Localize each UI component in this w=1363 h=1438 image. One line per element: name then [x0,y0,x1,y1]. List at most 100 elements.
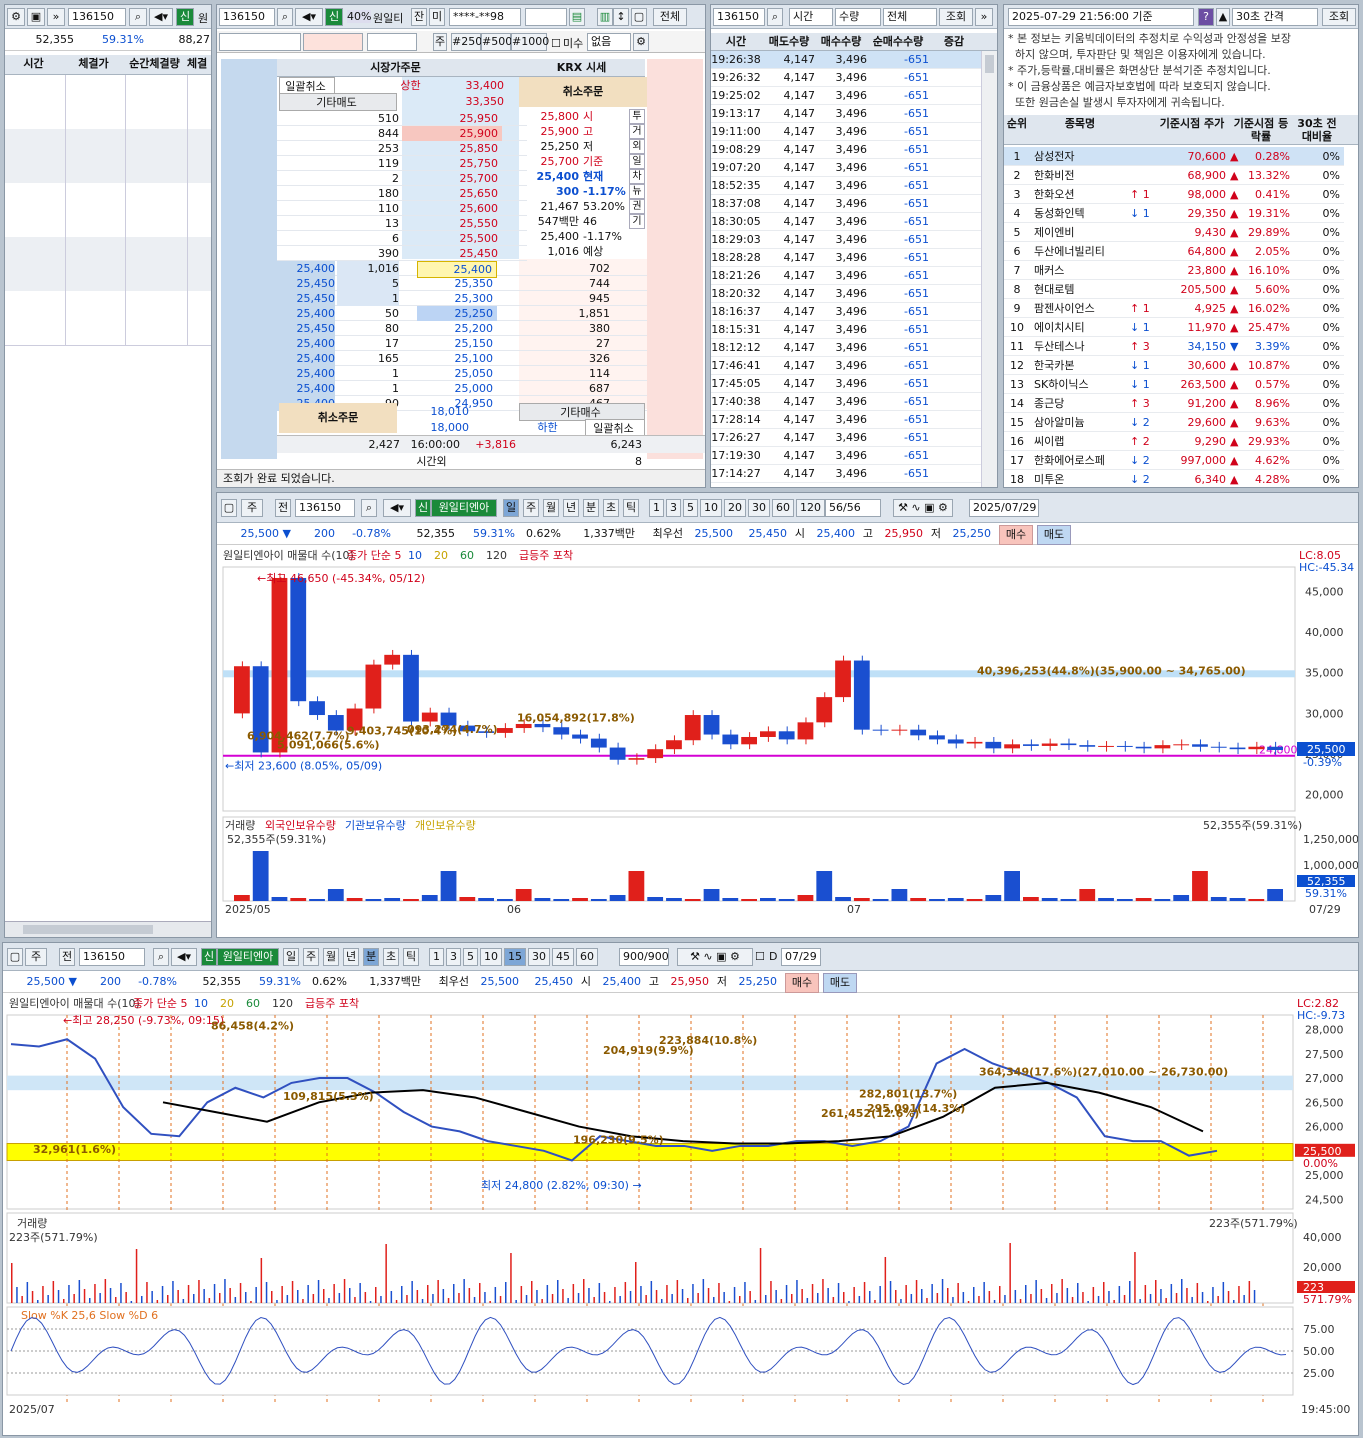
export-icon[interactable]: ▥ [597,8,613,26]
daily-price-chart[interactable]: 45,00040,00035,00030,00025,00020,00024,8… [217,493,1359,938]
ask-price[interactable]: 25,550 [402,216,502,231]
side-tab[interactable]: 뉴 [629,184,645,199]
misu-checkbox[interactable]: ☐ [551,35,561,53]
ask-price[interactable]: 25,600 [402,201,502,216]
trade-row[interactable]: 17:28:14 4,147 3,496 -651 [711,411,981,429]
search-icon[interactable]: ⌕ [277,8,293,26]
account-input[interactable]: ****-**98 [449,8,521,26]
trade-row[interactable]: 19:07:20 4,147 3,496 -651 [711,159,981,177]
search-icon[interactable]: ⌕ [767,8,783,26]
bid-price[interactable]: 25,050 [417,366,497,381]
trade-row[interactable]: 19:13:17 4,147 3,496 -651 [711,105,981,123]
trade-row[interactable]: 19:25:02 4,147 3,496 -651 [711,87,981,105]
trade-row[interactable]: 18:29:03 4,147 3,496 -651 [711,231,981,249]
rank-row[interactable]: 5 제이엔비 9,430 ▲ 29.89% 0% [1004,223,1344,242]
trade-row[interactable]: 19:26:32 4,147 3,496 -651 [711,69,981,87]
settings-icon[interactable]: ⚙ [7,8,25,26]
trade-row[interactable]: 18:52:35 4,147 3,496 -651 [711,177,981,195]
trade-row[interactable]: 18:30:05 4,147 3,496 -651 [711,213,981,231]
interval-select[interactable]: 30초 간격 [1232,8,1318,26]
trade-row[interactable]: 19:11:00 4,147 3,496 -651 [711,123,981,141]
trade-row[interactable]: 17:45:05 4,147 3,496 -651 [711,375,981,393]
bid-price[interactable]: 25,150 [417,336,497,351]
side-tab[interactable]: 일 [629,154,645,169]
help-button[interactable]: ? [1198,8,1214,26]
expand-icon[interactable]: » [47,8,65,26]
search-button[interactable]: 조회 [939,8,973,26]
trade-code-input[interactable]: 136150 [713,8,765,26]
rank-row[interactable]: 16 씨이랩 ↑ 2 9,290 ▲ 29.93% 0% [1004,432,1344,451]
ask-price[interactable]: 25,950 [402,111,502,126]
rank-row[interactable]: 9 팜젠사이언스 ↑ 1 4,925 ▲ 16.02% 0% [1004,299,1344,318]
horizontal-scrollbar[interactable] [5,921,211,937]
trade-row[interactable]: 18:28:28 4,147 3,496 -651 [711,249,981,267]
cancel-order-box[interactable]: 취소주문 [519,77,647,107]
time-select[interactable]: 시간 [789,8,833,26]
expand-icon[interactable]: » [975,8,993,26]
rank-row[interactable]: 8 현대로템 205,500 ▲ 5.60% 0% [1004,280,1344,299]
rank-row[interactable]: 13 SK하이닉스 ↓ 1 263,500 ▲ 0.57% 0% [1004,375,1344,394]
rank-row[interactable]: 1 삼성전자 70,600 ▲ 0.28% 0% [1004,147,1344,166]
rank-row[interactable]: 15 삼아알미늄 ↓ 2 29,600 ▲ 9.63% 0% [1004,413,1344,432]
trade-row[interactable]: 19:26:38 4,147 3,496 -651 [711,51,981,69]
trade-row[interactable]: 18:21:26 4,147 3,496 -651 [711,267,981,285]
datetime-input[interactable]: 2025-07-29 21:56:00 기준 [1008,8,1194,26]
rank-row[interactable]: 18 미투온 ↓ 2 6,340 ▲ 4.28% 0% [1004,470,1344,487]
balance-button[interactable]: 잔 [411,8,427,26]
ask-price[interactable]: 25,700 [402,171,502,186]
rank-row[interactable]: 6 두산에너빌리티 64,800 ▲ 2.05% 0% [1004,242,1344,261]
pending-button[interactable]: 미 [429,8,445,26]
rank-row[interactable]: 3 한화오션 ↑ 1 98,000 ▲ 0.41% 0% [1004,185,1344,204]
price-input-2[interactable] [303,33,363,51]
price-input[interactable] [219,33,301,51]
side-tab[interactable]: 외 [629,139,645,154]
qty-500[interactable]: #500 [481,33,512,51]
trade-row[interactable]: 17:19:30 4,147 3,496 -651 [711,447,981,465]
all-button[interactable]: 전체 [653,8,687,26]
rank-row[interactable]: 7 매커스 23,800 ▲ 16.10% 0% [1004,261,1344,280]
rank-row[interactable]: 11 두산테스나 ↑ 3 34,150 ▼ 3.39% 0% [1004,337,1344,356]
all-select[interactable]: 전체 [883,8,937,26]
excel-icon[interactable]: ▤ [569,8,585,26]
sound-icon[interactable]: ◀▾ [149,8,173,26]
qty-input[interactable] [367,33,417,51]
trade-row[interactable]: 18:16:37 4,147 3,496 -651 [711,303,981,321]
rank-row[interactable]: 4 동성화인텍 ↓ 1 29,350 ▲ 19.31% 0% [1004,204,1344,223]
ask-price[interactable]: 25,650 [402,186,502,201]
trade-row[interactable]: 17:14:27 4,147 3,496 -651 [711,465,981,483]
window-icon[interactable]: ▢ [631,8,647,26]
rank-row[interactable]: 10 에이치시티 ↓ 1 11,970 ▲ 25.47% 0% [1004,318,1344,337]
trade-row[interactable]: 17:40:38 4,147 3,496 -651 [711,393,981,411]
minute-price-chart[interactable]: 28,00027,50027,00026,50026,00025,50025,0… [3,943,1359,1436]
qty-250[interactable]: #250 [451,33,482,51]
qty-select[interactable]: 수량 [835,8,881,26]
other-sell-button[interactable]: 기타매도 [279,93,397,111]
trade-row[interactable]: 18:15:31 4,147 3,496 -651 [711,321,981,339]
trade-row[interactable]: 18:12:12 4,147 3,496 -651 [711,339,981,357]
gear-icon[interactable]: ⚙ [633,33,649,51]
rank-row[interactable]: 2 한화비전 68,900 ▲ 13.32% 0% [1004,166,1344,185]
qty-1000[interactable]: #1000 [511,33,549,51]
trade-row[interactable]: 18:37:08 4,147 3,496 -651 [711,195,981,213]
ask-price[interactable]: 25,900 [402,126,502,141]
search-icon[interactable]: ⌕ [129,8,147,26]
cancel-order-box-2[interactable]: 취소주문 [279,403,397,433]
side-tab[interactable]: 기 [629,214,645,229]
qty-unit[interactable]: 주 [433,33,447,51]
trade-row[interactable]: 19:08:29 4,147 3,496 -651 [711,141,981,159]
bid-price[interactable]: 25,000 [417,381,497,396]
side-tab[interactable]: 투 [629,109,645,124]
vertical-scrollbar[interactable] [981,51,997,487]
side-tab[interactable]: 권 [629,199,645,214]
side-tab[interactable]: 거 [629,124,645,139]
ask-price[interactable]: 25,450 [402,246,502,261]
ask-price[interactable]: 25,750 [402,156,502,171]
none-select[interactable]: 없음 [587,33,631,51]
sort-icon[interactable]: ↕ [613,8,629,26]
password-input[interactable] [525,8,567,26]
lock-icon[interactable]: ▣ [27,8,45,26]
trade-row[interactable]: 18:20:32 4,147 3,496 -651 [711,285,981,303]
order-code-input[interactable]: 136150 [219,8,275,26]
up-icon[interactable]: ▲ [1216,8,1230,26]
search-button[interactable]: 조회 [1322,8,1356,26]
